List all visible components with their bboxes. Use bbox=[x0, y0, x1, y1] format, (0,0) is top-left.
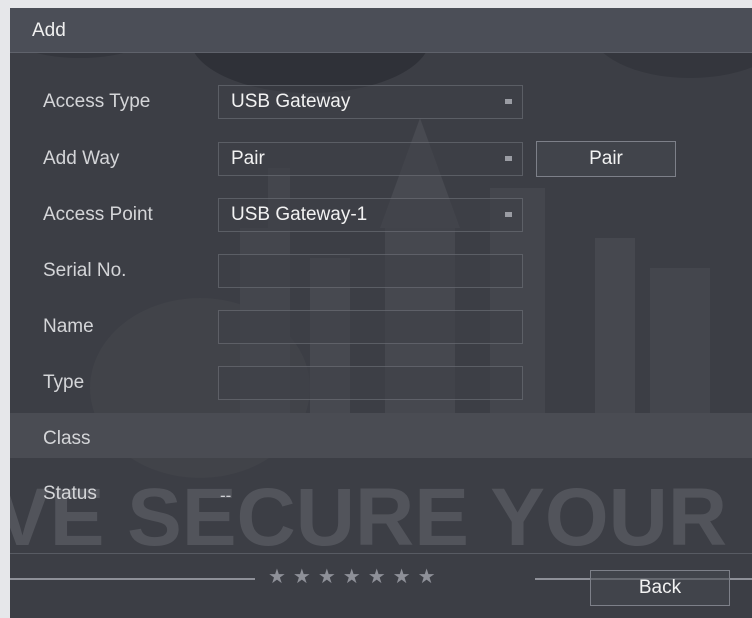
name-label: Name bbox=[43, 316, 94, 337]
name-input[interactable] bbox=[218, 310, 523, 344]
add-way-select[interactable]: Pair bbox=[218, 142, 523, 176]
type-label: Type bbox=[43, 372, 85, 393]
access-type-label: Access Type bbox=[43, 91, 151, 112]
access-type-select[interactable]: USB Gateway bbox=[218, 85, 523, 119]
dialog-title: Add bbox=[32, 20, 66, 41]
access-type-value: USB Gateway bbox=[231, 91, 351, 112]
serial-no-input[interactable] bbox=[218, 254, 523, 288]
access-point-select[interactable]: USB Gateway-1 bbox=[218, 198, 523, 232]
dropdown-arrow-icon bbox=[505, 156, 512, 161]
dialog-titlebar: Add bbox=[10, 8, 752, 53]
class-label: Class bbox=[43, 428, 91, 449]
add-dialog: VE SECURE YOUR LI Add Access Type USB Ga… bbox=[10, 8, 752, 618]
add-way-value: Pair bbox=[231, 148, 265, 169]
pair-button[interactable]: Pair bbox=[536, 141, 676, 177]
access-point-label: Access Point bbox=[43, 204, 153, 225]
status-value: -- bbox=[220, 486, 232, 505]
footer-line-left bbox=[10, 578, 255, 580]
back-button[interactable]: Back bbox=[590, 570, 730, 606]
type-field bbox=[218, 366, 523, 400]
background-slogan: VE SECURE YOUR LI bbox=[10, 472, 752, 563]
dropdown-arrow-icon bbox=[505, 99, 512, 104]
status-label: Status bbox=[43, 483, 97, 504]
add-way-label: Add Way bbox=[43, 148, 120, 169]
access-point-value: USB Gateway-1 bbox=[231, 204, 368, 225]
dropdown-arrow-icon bbox=[505, 212, 512, 217]
footer-divider bbox=[10, 553, 752, 554]
footer-stars: ★★★★★★★ bbox=[268, 566, 443, 588]
serial-no-label: Serial No. bbox=[43, 260, 127, 281]
